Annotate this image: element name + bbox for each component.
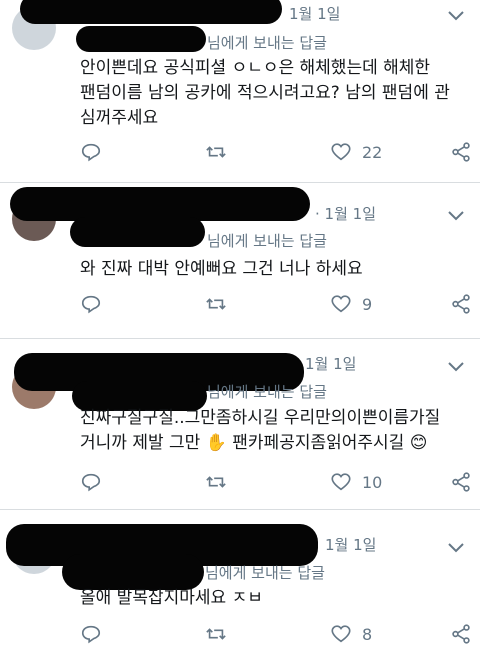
like-count: 10: [362, 472, 383, 492]
tweet-text-segment: 팬카페공지좀읽어주시길: [232, 433, 405, 453]
reply-context-label: 님에게 보내는 답글: [205, 564, 325, 582]
tweet-text-line: 진짜구질구질..그만좀하시길 우리만의이쁜이름가질: [80, 408, 441, 428]
like-button[interactable]: 8: [330, 622, 372, 646]
tweet-text: 올애 발목잡지마세요 ㅈㅂ: [80, 586, 450, 611]
reply-context: 님에게 보내는 답글: [207, 32, 327, 53]
raised-hand-emoji: ✋: [205, 433, 227, 453]
reply-icon: [81, 143, 101, 162]
share-button[interactable]: [450, 470, 472, 494]
reply-icon: [81, 625, 101, 644]
chevron-down-icon[interactable]: [446, 208, 466, 222]
like-icon: [331, 473, 351, 491]
redacted-username: [20, 0, 282, 24]
reply-context-label: 님에게 보내는 답글: [207, 232, 327, 250]
like-icon: [331, 143, 351, 161]
like-count: 22: [362, 142, 383, 162]
share-button[interactable]: [450, 622, 472, 646]
tweet-actions: 22: [80, 140, 470, 164]
redacted-username: [10, 187, 310, 221]
share-icon: [452, 472, 470, 492]
tweet-date: · 1월 1일: [315, 205, 376, 223]
tweet-date: 1월 1일: [305, 355, 357, 373]
tweet-text-line: 심꺼주세요: [80, 108, 159, 128]
reply-context-label: 님에게 보내는 답글: [207, 383, 327, 401]
retweet-button[interactable]: [205, 470, 227, 494]
retweet-button[interactable]: [205, 292, 227, 316]
share-icon: [452, 294, 470, 314]
retweet-button[interactable]: [205, 140, 227, 164]
tweet-actions: 10: [80, 470, 470, 494]
retweet-button[interactable]: [205, 622, 227, 646]
chevron-down-icon[interactable]: [446, 540, 466, 554]
tweet-actions: 9: [80, 292, 470, 316]
reply-icon: [81, 295, 101, 314]
reply-context: 님에게 보내는 답글: [207, 381, 327, 402]
reply-button[interactable]: [80, 470, 102, 494]
reply-icon: [81, 473, 101, 492]
like-button[interactable]: 10: [330, 470, 382, 494]
tweet-text-line: 올애 발목잡지마세요 ㅈㅂ: [80, 588, 263, 608]
tweet-date: 1월 1일: [289, 5, 341, 23]
like-icon: [331, 295, 351, 313]
retweet-icon: [206, 146, 226, 158]
chevron-down-icon[interactable]: [446, 8, 466, 22]
retweet-icon: [206, 476, 226, 488]
like-button[interactable]: 22: [330, 140, 382, 164]
tweet-text-line-2: 거니까 제발 그만 ✋ 팬카페공지좀읽어주시길 😊: [80, 431, 450, 456]
share-button[interactable]: [450, 140, 472, 164]
like-count: 9: [362, 294, 373, 314]
tweet-2[interactable]: · 1월 1일 님에게 보내는 답글 와 진짜 대박 안예뻐요 그건 너나 하세…: [0, 183, 480, 338]
like-button[interactable]: 9: [330, 292, 372, 316]
tweet-3[interactable]: 1월 1일 님에게 보내는 답글 진짜구질구질..그만좀하시길 우리만의이쁜이름…: [0, 339, 480, 509]
share-button[interactable]: [450, 292, 472, 316]
smiling-face-emoji: 😊: [409, 433, 428, 453]
reply-context: 님에게 보내는 답글: [207, 230, 327, 251]
tweet-text-line: 팬덤이름 남의 공카에 적으시려고요? 남의 팬덤에 관: [80, 83, 450, 103]
retweet-icon: [206, 298, 226, 310]
tweet-text-line: 와 진짜 대박 안예뻐요 그건 너나 하세요: [80, 259, 363, 279]
tweet-actions: 8: [80, 622, 470, 646]
retweet-icon: [206, 628, 226, 640]
tweet-text-segment: 거니까 제발 그만: [80, 433, 201, 453]
reply-button[interactable]: [80, 292, 102, 316]
tweet-text: 진짜구질구질..그만좀하시길 우리만의이쁜이름가질 거니까 제발 그만 ✋ 팬카…: [80, 406, 450, 456]
tweet-4[interactable]: 1월 1일 님에게 보내는 답글 올애 발목잡지마세요 ㅈㅂ 8: [0, 510, 480, 647]
reply-button[interactable]: [80, 140, 102, 164]
redacted-reply-target: [62, 554, 204, 590]
share-icon: [452, 624, 470, 644]
chevron-down-icon[interactable]: [446, 359, 466, 373]
tweet-text-line: 안이쁜데요 공식피셜 ㅇㄴㅇ은 해체했는데 해체한: [80, 58, 431, 78]
redacted-reply-target: [70, 217, 205, 247]
reply-context-label: 님에게 보내는 답글: [207, 34, 327, 52]
redacted-reply-target: [76, 26, 206, 52]
like-count: 8: [362, 624, 373, 644]
share-icon: [452, 142, 470, 162]
tweet-text: 와 진짜 대박 안예뻐요 그건 너나 하세요: [80, 257, 450, 282]
tweet-1[interactable]: 1월 1일 님에게 보내는 답글 안이쁜데요 공식피셜 ㅇㄴㅇ은 해체했는데 해…: [0, 0, 480, 182]
reply-context: 님에게 보내는 답글: [205, 562, 325, 583]
tweet-text: 안이쁜데요 공식피셜 ㅇㄴㅇ은 해체했는데 해체한 팬덤이름 남의 공카에 적으…: [80, 56, 450, 131]
reply-button[interactable]: [80, 622, 102, 646]
like-icon: [331, 625, 351, 643]
tweet-date: 1월 1일: [325, 536, 377, 554]
